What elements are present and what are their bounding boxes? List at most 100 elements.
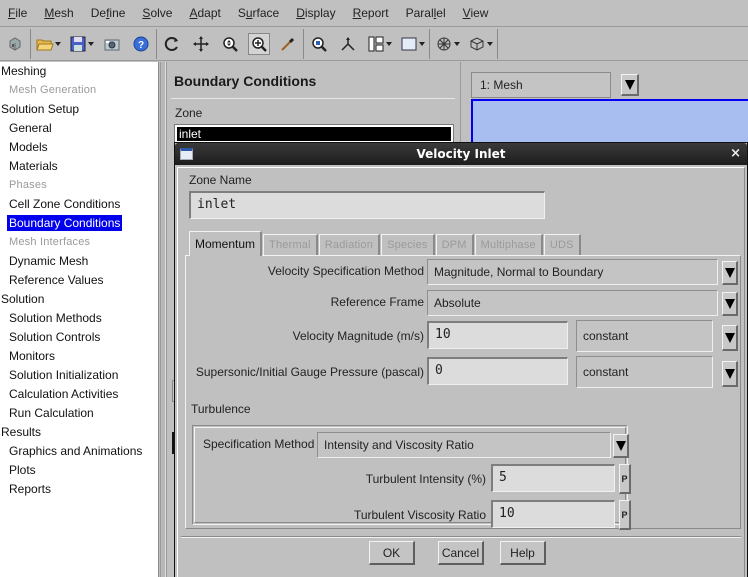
tree-item-graphics-and-animations[interactable]: Graphics and Animations bbox=[0, 442, 158, 461]
read-case-icon bbox=[9, 37, 21, 51]
turbulence-spec-method-dropdown[interactable] bbox=[613, 434, 629, 458]
tree-item-label: Solution Methods bbox=[9, 311, 102, 325]
menu-mesh[interactable]: Mesh bbox=[36, 6, 82, 20]
tab-uds[interactable]: UDS bbox=[543, 234, 581, 256]
dialog-title-bar[interactable]: Velocity Inlet × bbox=[175, 143, 747, 165]
turbulent-intensity-label: Turbulent Intensity (%) bbox=[365, 472, 486, 486]
tab-radiation[interactable]: Radiation bbox=[318, 234, 381, 256]
tree-item-calculation-activities[interactable]: Calculation Activities bbox=[0, 385, 158, 404]
tree-item-general[interactable]: General bbox=[0, 119, 158, 138]
tree-item-label: Boundary Conditions bbox=[7, 215, 123, 231]
layout-icon bbox=[368, 36, 383, 52]
navigation-tree: Meshing Mesh Generation Solution Setup Gene… bbox=[0, 62, 159, 577]
read-case-button[interactable] bbox=[4, 33, 26, 55]
menu-surface[interactable]: Surface bbox=[230, 6, 288, 20]
tree-item-reports[interactable]: Reports bbox=[0, 480, 158, 499]
cancel-button[interactable]: Cancel bbox=[438, 541, 484, 565]
zone-name-field[interactable]: inlet bbox=[189, 191, 545, 219]
camera-views-button[interactable] bbox=[467, 33, 493, 55]
tree-item-plots[interactable]: Plots bbox=[0, 461, 158, 480]
axes-icon bbox=[341, 37, 355, 51]
dialog-title: Velocity Inlet bbox=[416, 147, 506, 161]
zoom-box-button[interactable] bbox=[248, 33, 270, 55]
zoom-in-out-button[interactable] bbox=[219, 33, 241, 55]
tree-item-meshing[interactable]: Meshing bbox=[0, 62, 158, 81]
gauge-pressure-profile-dropdown[interactable] bbox=[722, 361, 738, 387]
view-options-button[interactable] bbox=[434, 33, 460, 55]
close-icon[interactable]: × bbox=[730, 143, 741, 165]
tab-dpm[interactable]: DPM bbox=[435, 234, 474, 256]
toolbar-group-display bbox=[304, 29, 430, 59]
turbulent-intensity-field[interactable]: 5 bbox=[491, 464, 615, 492]
fit-to-window-button[interactable] bbox=[308, 33, 330, 55]
tab-species[interactable]: Species bbox=[381, 234, 435, 256]
rotate-button[interactable] bbox=[161, 33, 183, 55]
screenshot-button[interactable] bbox=[101, 33, 123, 55]
axes-button[interactable] bbox=[337, 33, 359, 55]
tab-momentum[interactable]: Momentum bbox=[189, 231, 263, 256]
turbulence-spec-method-select[interactable]: Intensity and Viscosity Ratio bbox=[317, 432, 611, 458]
reference-frame-select[interactable]: Absolute bbox=[427, 290, 718, 316]
save-button[interactable] bbox=[68, 33, 94, 55]
menu-report[interactable]: Report bbox=[345, 6, 398, 20]
tree-item-label: Mesh Interfaces bbox=[9, 236, 91, 248]
velocity-spec-select[interactable]: Magnitude, Normal to Boundary bbox=[427, 259, 718, 285]
velocity-magnitude-field[interactable]: 10 bbox=[427, 321, 568, 349]
tree-item-solution[interactable]: Solution bbox=[0, 290, 158, 309]
menu-define[interactable]: Define bbox=[83, 6, 135, 20]
pan-button[interactable] bbox=[190, 33, 212, 55]
zone-list-item[interactable]: inlet bbox=[177, 127, 451, 141]
menu-display[interactable]: Display bbox=[288, 6, 344, 20]
gauge-pressure-field[interactable]: 0 bbox=[427, 357, 568, 385]
help-button[interactable]: ? bbox=[130, 33, 152, 55]
viscosity-ratio-field[interactable]: 10 bbox=[491, 500, 615, 528]
panel-title: Boundary Conditions bbox=[174, 73, 317, 89]
velocity-magnitude-profile-select[interactable]: constant bbox=[576, 320, 713, 352]
probe-button[interactable] bbox=[277, 33, 299, 55]
tree-item-run-calculation[interactable]: Run Calculation bbox=[0, 404, 158, 423]
turbulent-intensity-param-button[interactable]: P bbox=[619, 464, 631, 494]
window-button[interactable] bbox=[399, 33, 425, 55]
tree-item-label: Solution Initialization bbox=[9, 368, 119, 382]
tab-multiphase[interactable]: Multiphase bbox=[474, 234, 543, 256]
reference-frame-dropdown[interactable] bbox=[722, 292, 738, 316]
zoom-icon bbox=[223, 37, 238, 52]
menu-view[interactable]: View bbox=[455, 6, 498, 20]
velocity-inlet-dialog: Velocity Inlet × Zone Name inlet Momentu… bbox=[174, 142, 748, 577]
menu-parallel[interactable]: Parallel bbox=[398, 6, 455, 20]
tree-item-materials[interactable]: Materials bbox=[0, 157, 158, 176]
tree-item-reference-values[interactable]: Reference Values bbox=[0, 271, 158, 290]
open-button[interactable] bbox=[35, 33, 61, 55]
tree-item-boundary-conditions[interactable]: Boundary Conditions bbox=[0, 214, 158, 233]
help-button[interactable]: Help bbox=[500, 541, 546, 565]
tree-item-dynamic-mesh[interactable]: Dynamic Mesh bbox=[0, 252, 158, 271]
chevron-down-icon bbox=[486, 42, 493, 46]
layout-button[interactable] bbox=[366, 33, 392, 55]
velocity-spec-dropdown[interactable] bbox=[722, 261, 738, 285]
chevron-down-icon bbox=[453, 42, 460, 46]
rotate-icon bbox=[164, 37, 178, 51]
ok-button[interactable]: OK bbox=[369, 541, 415, 565]
graphics-window-select[interactable]: 1: Mesh bbox=[471, 72, 611, 98]
tree-item-cell-zone-conditions[interactable]: Cell Zone Conditions bbox=[0, 195, 158, 214]
tree-item-models[interactable]: Models bbox=[0, 138, 158, 157]
tree-item-solution-controls[interactable]: Solution Controls bbox=[0, 328, 158, 347]
zone-name-label: Zone Name bbox=[189, 173, 252, 187]
tree-item-solution-setup[interactable]: Solution Setup bbox=[0, 100, 158, 119]
tree-item-label: Run Calculation bbox=[9, 406, 94, 420]
menu-solve[interactable]: Solve bbox=[134, 6, 181, 20]
graphics-window-dropdown[interactable] bbox=[621, 74, 639, 96]
velocity-magnitude-profile-dropdown[interactable] bbox=[722, 325, 738, 351]
tree-item-solution-methods[interactable]: Solution Methods bbox=[0, 309, 158, 328]
dropdown-arrow-icon bbox=[724, 298, 735, 309]
menu-file[interactable]: File bbox=[0, 6, 36, 20]
tree-item-mesh-interfaces: Mesh Interfaces bbox=[0, 233, 158, 252]
menu-adapt[interactable]: Adapt bbox=[181, 6, 229, 20]
tree-item-solution-initialization[interactable]: Solution Initialization bbox=[0, 366, 158, 385]
dropdown-arrow-icon bbox=[615, 440, 626, 451]
gauge-pressure-profile-select[interactable]: constant bbox=[576, 356, 713, 388]
viscosity-ratio-param-button[interactable]: P bbox=[619, 500, 631, 530]
tree-item-monitors[interactable]: Monitors bbox=[0, 347, 158, 366]
tree-item-results[interactable]: Results bbox=[0, 423, 158, 442]
tab-thermal[interactable]: Thermal bbox=[263, 234, 318, 256]
